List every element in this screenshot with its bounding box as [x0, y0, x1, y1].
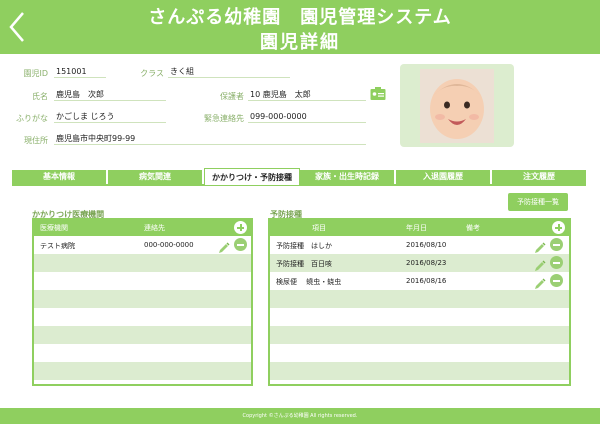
clinic-table-header: 医療機関 連絡先: [34, 220, 251, 236]
vaccination-col-date: 年月日: [406, 224, 427, 232]
edit-pencil-icon[interactable]: [218, 239, 230, 253]
tab-bar: 基本情報 病気関連 かかりつけ・予防接種 家族・出生時記録 入退園履歴 注文履歴: [12, 168, 586, 186]
address-value: 鹿児島市中央町99-99: [54, 133, 366, 145]
app-title: さんぷる幼稚園 園児管理システム: [148, 7, 452, 28]
class-label: クラス: [140, 69, 164, 78]
guardian-label: 保護者: [220, 92, 244, 101]
table-row: [34, 272, 251, 290]
vaccination-table-header: 項目 年月日 備考: [270, 220, 569, 236]
tab-family-birth[interactable]: 家族・出生時記録: [300, 170, 396, 184]
vaccination-item-cell: 予防接種 百日咳: [276, 260, 332, 268]
delete-minus-icon[interactable]: [234, 238, 247, 251]
tab-enrollment-history[interactable]: 入退園履歴: [396, 170, 492, 184]
child-id-label: 園児ID: [23, 69, 48, 78]
table-row: [34, 308, 251, 326]
edit-pencil-icon[interactable]: [534, 275, 546, 289]
table-row: [34, 326, 251, 344]
table-row: [34, 362, 251, 380]
footer-copyright: Copyright ©さんぷる幼稚園 All rights reserved.: [0, 408, 600, 424]
table-row: [270, 326, 569, 344]
delete-minus-icon[interactable]: [550, 238, 563, 251]
edit-pencil-icon[interactable]: [534, 257, 546, 271]
kana-value: かごしま じろう: [54, 111, 166, 123]
tab-basic-info[interactable]: 基本情報: [12, 170, 108, 184]
vaccination-list-button[interactable]: 予防接種一覧: [508, 193, 568, 211]
emergency-contact-label: 緊急連絡先: [204, 114, 244, 123]
emergency-contact-value: 099-000-0000: [248, 111, 366, 123]
vaccination-table: 項目 年月日 備考 予防接種 はしか 2016/08/10 予防接種 百日咳 2…: [268, 218, 571, 386]
table-row: [34, 290, 251, 308]
add-vaccination-plus-icon[interactable]: [552, 221, 565, 234]
edit-pencil-icon[interactable]: [534, 239, 546, 253]
table-row: 予防接種 百日咳 2016/08/23: [270, 254, 569, 272]
guardian-value: 10 鹿児島 太郎: [248, 89, 366, 101]
table-row: [270, 344, 569, 362]
kana-label: ふりがな: [16, 114, 48, 123]
table-row: テスト病院 000-000-0000: [34, 236, 251, 254]
tab-order-history[interactable]: 注文履歴: [492, 170, 586, 184]
vaccination-date-cell: 2016/08/23: [406, 259, 447, 267]
class-value: きく組: [168, 66, 290, 78]
table-row: [34, 344, 251, 362]
name-label: 氏名: [32, 92, 48, 101]
clinic-table: 医療機関 連絡先 テスト病院 000-000-0000: [32, 218, 253, 386]
table-row: [270, 362, 569, 380]
vaccination-date-cell: 2016/08/10: [406, 241, 447, 249]
delete-minus-icon[interactable]: [550, 274, 563, 287]
clinic-col-contact: 連絡先: [144, 224, 165, 232]
tab-clinic-vaccination[interactable]: かかりつけ・予防接種: [204, 168, 300, 185]
delete-minus-icon[interactable]: [550, 256, 563, 269]
child-photo: [420, 69, 494, 143]
vaccination-col-item: 項目: [312, 224, 326, 232]
vaccination-item-cell: 予防接種 はしか: [276, 242, 332, 250]
child-id-value: 151001: [54, 66, 106, 78]
table-row: [270, 308, 569, 326]
page-title: 園児詳細: [260, 32, 340, 53]
add-clinic-plus-icon[interactable]: [234, 221, 247, 234]
table-row: [270, 290, 569, 308]
clinic-contact-cell: 000-000-0000: [144, 241, 194, 249]
vaccination-date-cell: 2016/08/16: [406, 277, 447, 285]
vaccination-col-note: 備考: [466, 224, 480, 232]
clinic-col-name: 医療機関: [40, 224, 68, 232]
table-row: 検尿便 蟯虫・蛲虫 2016/08/16: [270, 272, 569, 290]
id-card-icon[interactable]: [370, 86, 386, 100]
tab-illness[interactable]: 病気関連: [108, 170, 204, 184]
clinic-name-cell: テスト病院: [40, 242, 75, 250]
header-bar: さんぷる幼稚園 園児管理システム 園児詳細: [0, 0, 600, 54]
address-label: 現住所: [24, 136, 48, 145]
table-row: 予防接種 はしか 2016/08/10: [270, 236, 569, 254]
table-row: [34, 254, 251, 272]
vaccination-item-cell: 検尿便 蟯虫・蛲虫: [276, 278, 342, 286]
name-value: 鹿児島 次郎: [54, 89, 166, 101]
